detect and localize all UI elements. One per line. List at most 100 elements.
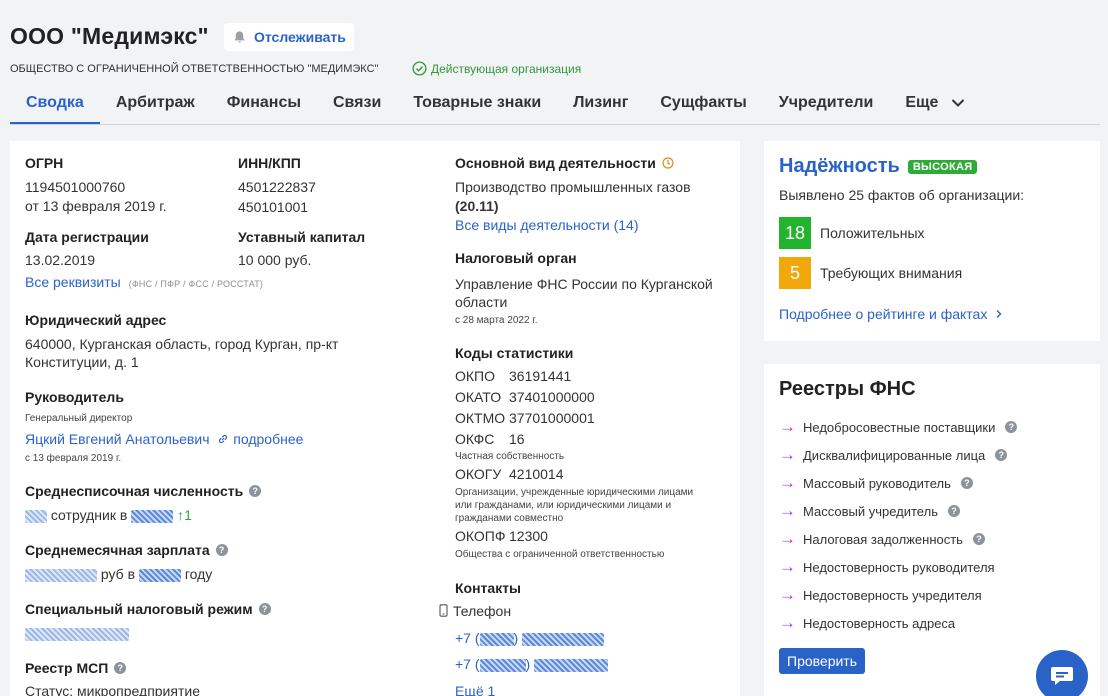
salary-text: руб в bbox=[100, 566, 136, 582]
okato-row: ОКАТО 37401000000 bbox=[455, 389, 595, 405]
tab-facts[interactable]: Сущфакты bbox=[644, 82, 762, 125]
arrow-right-icon: → bbox=[779, 501, 796, 520]
head-more-link[interactable]: подробнее bbox=[233, 431, 303, 447]
tabs-bar: Сводка Арбитраж Финансы Связи Товарные з… bbox=[10, 82, 981, 125]
arrow-right-icon: → bbox=[779, 557, 796, 576]
tab-summary[interactable]: Сводка bbox=[10, 82, 100, 125]
phone-prefix: +7 bbox=[455, 656, 471, 672]
activity-code: (20.11) bbox=[455, 198, 499, 214]
positive-facts[interactable]: 18 Положительных bbox=[779, 217, 925, 249]
reg-date-value: 13.02.2019 bbox=[25, 252, 96, 268]
help-icon[interactable]: ? bbox=[249, 485, 262, 497]
chevron-down-icon bbox=[951, 99, 965, 107]
phone-2[interactable]: +7 () bbox=[455, 654, 609, 674]
bell-icon bbox=[234, 30, 245, 43]
arrow-right-icon: → bbox=[779, 417, 796, 436]
msp-label-text: Реестр МСП bbox=[25, 660, 109, 676]
contacts-label: Контакты bbox=[455, 580, 522, 596]
all-details-row: Все реквизиты (ФНС / ПФР / ФСС / РОССТАТ) bbox=[25, 272, 263, 294]
head-name-link[interactable]: Яцкий Евгений Анатольевич bbox=[25, 431, 210, 447]
follow-button[interactable]: Отслеживать bbox=[224, 23, 354, 51]
head-label: Руководитель bbox=[25, 389, 124, 405]
fns-item-mass-director[interactable]: → Массовый руководитель? bbox=[779, 473, 973, 493]
help-icon[interactable]: ? bbox=[114, 662, 127, 674]
tax-office-label: Налоговый орган bbox=[455, 250, 577, 266]
tab-finance[interactable]: Финансы bbox=[211, 82, 317, 125]
inn-label: ИНН/КПП bbox=[238, 155, 301, 171]
tax-office-line-2: области bbox=[455, 294, 508, 310]
positive-label: Положительных bbox=[820, 225, 925, 241]
help-icon[interactable]: ? bbox=[947, 505, 960, 517]
reliability-more-link[interactable]: Подробнее о рейтинге и фактах bbox=[779, 306, 1003, 322]
clock-icon[interactable] bbox=[662, 157, 674, 169]
reliability-title[interactable]: Надёжность ВЫСОКАЯ bbox=[779, 155, 978, 178]
msp-label: Реестр МСП ? bbox=[25, 660, 127, 676]
fns-item-tax-debt[interactable]: → Налоговая задолженность? bbox=[779, 529, 985, 549]
check-button[interactable]: Проверить bbox=[779, 648, 866, 674]
help-icon[interactable]: ? bbox=[215, 544, 228, 556]
company-title: ООО "Медимэкс" bbox=[10, 23, 209, 49]
tab-more[interactable]: Еще bbox=[889, 82, 981, 125]
activity-label: Основной вид деятельности bbox=[455, 155, 674, 171]
help-icon[interactable]: ? bbox=[1005, 421, 1018, 433]
phone-paren-open: ( bbox=[474, 630, 480, 646]
tab-links[interactable]: Связи bbox=[317, 82, 397, 125]
fns-item-director-unreliable[interactable]: → Недостоверность руководителя bbox=[779, 557, 995, 577]
fns-item-mass-founder[interactable]: → Массовый учредитель? bbox=[779, 501, 960, 521]
fns-item-label: Недобросовестные поставщики bbox=[803, 419, 996, 435]
fns-item-address-unreliable[interactable]: → Недостоверность адреса bbox=[779, 613, 955, 633]
okato-value: 37401000000 bbox=[509, 389, 595, 405]
address-label: Юридический адрес bbox=[25, 312, 167, 328]
follow-label: Отслеживать bbox=[254, 29, 346, 45]
more-phones-link[interactable]: Ещё 1 bbox=[455, 681, 495, 696]
help-icon[interactable]: ? bbox=[258, 603, 271, 615]
help-icon[interactable]: ? bbox=[995, 449, 1008, 461]
okopf-row: ОКОПФ 12300 bbox=[455, 528, 548, 544]
all-details-link[interactable]: Все реквизиты bbox=[25, 274, 121, 290]
phone-paren-close: ) bbox=[513, 630, 519, 646]
arrow-right-icon: → bbox=[779, 529, 796, 548]
fns-item-label: Недостоверность учредителя bbox=[803, 587, 982, 603]
okogu-label: ОКОГУ bbox=[455, 466, 502, 482]
positive-count: 18 bbox=[779, 217, 811, 249]
tab-arbitration[interactable]: Арбитраж bbox=[100, 82, 211, 125]
tax-office-line-1: Управление ФНС России по Курганской bbox=[455, 276, 713, 292]
tax-mode-label: Специальный налоговый режим ? bbox=[25, 601, 271, 617]
fns-item-founder-unreliable[interactable]: → Недостоверность учредителя bbox=[779, 585, 982, 605]
reliability-card: Надёжность ВЫСОКАЯ Выявлено 25 фактов об… bbox=[764, 141, 1100, 341]
status-text: Действующая организация bbox=[431, 61, 582, 76]
hidden-year bbox=[131, 509, 174, 523]
okfs-value: 16 bbox=[509, 431, 525, 447]
capital-value: 10 000 руб. bbox=[238, 252, 312, 268]
help-icon[interactable]: ? bbox=[972, 533, 985, 545]
kpp-value: 450101001 bbox=[238, 199, 309, 215]
tab-leasing[interactable]: Лизинг bbox=[557, 82, 644, 125]
tabs-divider bbox=[10, 124, 1100, 125]
arrow-right-icon: → bbox=[779, 613, 796, 632]
phone-1[interactable]: +7 () bbox=[455, 628, 605, 648]
okpo-value: 36191441 bbox=[509, 368, 572, 384]
all-activities-link[interactable]: Все виды деятельности (14) bbox=[455, 215, 639, 235]
chat-icon bbox=[1051, 667, 1073, 685]
fns-item-unfair-suppliers[interactable]: → Недобросовестные поставщики? bbox=[779, 417, 1018, 437]
arrow-right-icon: → bbox=[779, 473, 796, 492]
chat-button[interactable] bbox=[1036, 650, 1088, 696]
fns-item-disqualified[interactable]: → Дисквалифицированные лица? bbox=[779, 445, 1008, 465]
chevron-right-icon bbox=[996, 310, 1002, 318]
attention-facts[interactable]: 5 Требующих внимания bbox=[779, 257, 962, 289]
fns-item-label: Недостоверность адреса bbox=[803, 615, 956, 631]
okpo-row: ОКПО 36191441 bbox=[455, 368, 571, 384]
employees-text: сотрудник в bbox=[50, 507, 128, 523]
fns-registries-card: Реестры ФНС → Недобросовестные поставщики… bbox=[764, 364, 1100, 696]
okogu-desc-2: или гражданами, или юридическими лицами … bbox=[455, 500, 672, 511]
okfs-row: ОКФС 16 bbox=[455, 431, 525, 447]
hidden-value bbox=[25, 509, 47, 523]
ogrn-date: от 13 февраля 2019 г. bbox=[25, 198, 167, 214]
hidden-year bbox=[138, 568, 181, 582]
fns-item-label: Недостоверность руководителя bbox=[803, 559, 995, 575]
inn-value: 4501222837 bbox=[238, 179, 316, 195]
tab-trademarks[interactable]: Товарные знаки bbox=[397, 82, 557, 125]
tab-founders[interactable]: Учредители bbox=[763, 82, 890, 125]
employees-label: Среднесписочная численность ? bbox=[25, 483, 262, 499]
help-icon[interactable]: ? bbox=[960, 477, 973, 489]
